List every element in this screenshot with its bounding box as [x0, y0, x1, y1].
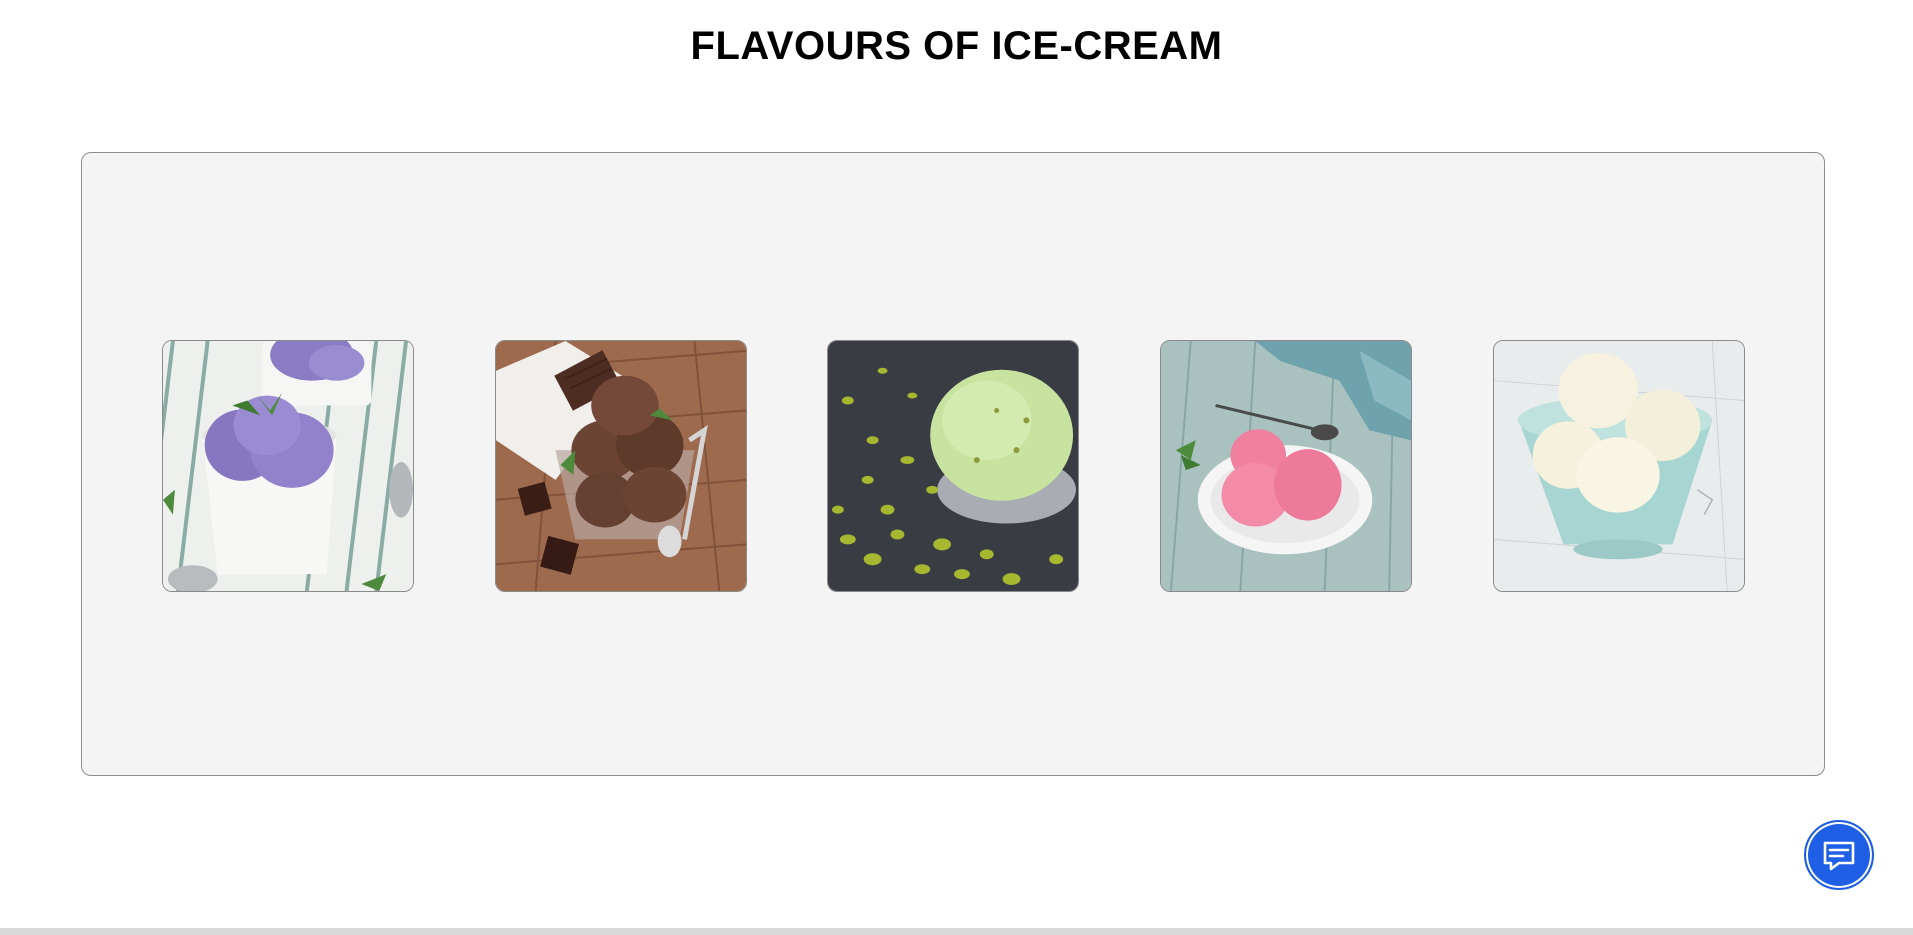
pistachio-ice-cream-image[interactable]: [827, 340, 1079, 592]
vanilla-ice-cream-image[interactable]: [1493, 340, 1745, 592]
chat-icon: [1823, 841, 1855, 871]
chocolate-ice-cream-image[interactable]: [495, 340, 747, 592]
page: FLAVOURS OF ICE-CREAM: [0, 0, 1913, 935]
chat-button[interactable]: [1804, 820, 1874, 890]
page-title: FLAVOURS OF ICE-CREAM: [690, 24, 1223, 68]
horizontal-scrollbar[interactable]: [0, 928, 1913, 935]
strawberry-ice-cream-image[interactable]: [1160, 340, 1412, 592]
flavour-gallery: [81, 152, 1825, 776]
blueberry-ice-cream-image[interactable]: [162, 340, 414, 592]
